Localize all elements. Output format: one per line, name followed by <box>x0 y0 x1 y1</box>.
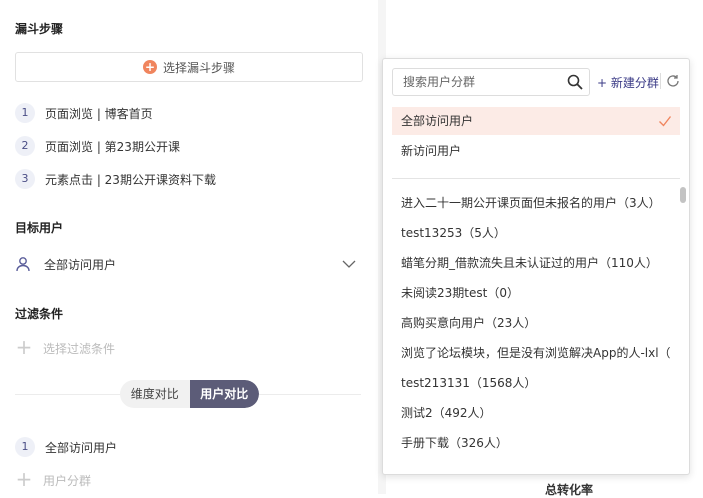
list-item[interactable]: 手册下载（326人） <box>401 434 671 451</box>
funnel-step[interactable]: 3 元素点击 | 23期公开课资料下载 <box>15 169 216 189</box>
list-item[interactable]: 蜡笔分期_借款流失且未认证过的用户（110人） <box>401 254 671 271</box>
option-label: 新访问用户 <box>401 144 462 158</box>
step-label: 页面浏览 | 博客首页 <box>45 106 153 121</box>
divider <box>392 178 680 179</box>
vertical-divider <box>660 73 661 89</box>
left-panel: 漏斗步骤 + 选择漏斗步骤 1 页面浏览 | 博客首页 2 页面浏览 | 第23… <box>0 0 378 494</box>
list-item[interactable]: 进入二十一期公开课页面但未报名的用户（3人） <box>401 194 671 211</box>
step-number: 2 <box>15 136 35 156</box>
add-user-group-button[interactable]: + 用户分群 <box>15 467 92 491</box>
check-icon <box>659 116 672 127</box>
step-label: 页面浏览 | 第23期公开课 <box>45 139 180 154</box>
list-item[interactable]: 测试2（492人） <box>401 404 671 421</box>
scrollbar[interactable] <box>680 187 686 203</box>
funnel-step[interactable]: 2 页面浏览 | 第23期公开课 <box>15 136 180 156</box>
target-user-value: 全部访问用户 <box>44 257 117 272</box>
option-label: 全部访问用户 <box>401 114 474 128</box>
refresh-icon[interactable] <box>666 74 680 88</box>
list-item[interactable]: test13253（5人） <box>401 224 671 241</box>
chevron-down-icon <box>342 260 356 268</box>
plus-icon: + <box>15 467 33 491</box>
compare-user-item[interactable]: 1 全部访问用户 <box>15 437 117 457</box>
select-funnel-step-label: 选择漏斗步骤 <box>162 60 235 75</box>
list-item[interactable]: 高购买意向用户（23人） <box>401 314 671 331</box>
target-users-title: 目标用户 <box>15 221 64 235</box>
funnel-step[interactable]: 1 页面浏览 | 博客首页 <box>15 103 153 123</box>
filter-title: 过滤条件 <box>15 307 64 321</box>
tab-user-compare[interactable]: 用户对比 <box>189 380 259 408</box>
plus-icon: + <box>15 335 33 359</box>
compare-toggle: 维度对比 用户对比 <box>120 380 259 408</box>
option-all-visitors[interactable]: 全部访问用户 <box>392 107 680 135</box>
target-user-select[interactable]: 全部访问用户 <box>15 252 361 276</box>
search-input[interactable] <box>393 69 563 95</box>
step-number: 1 <box>15 103 35 123</box>
funnel-steps-title: 漏斗步骤 <box>15 22 64 36</box>
step-label: 元素点击 | 23期公开课资料下载 <box>45 172 216 187</box>
option-new-visitors[interactable]: 新访问用户 <box>392 137 680 165</box>
compare-user-label: 全部访问用户 <box>45 440 118 455</box>
add-filter-label: 选择过滤条件 <box>43 341 116 356</box>
step-number: 3 <box>15 169 35 189</box>
add-filter-button[interactable]: + 选择过滤条件 <box>15 335 116 359</box>
total-conversion-label: 总转化率 <box>545 483 594 497</box>
tab-dimension-compare[interactable]: 维度对比 <box>120 380 190 408</box>
user-icon <box>16 257 30 272</box>
add-user-group-label: 用户分群 <box>43 473 92 488</box>
new-group-link[interactable]: + 新建分群 <box>597 74 659 91</box>
step-number: 1 <box>15 437 35 457</box>
list-item[interactable]: 未阅读23期test（0） <box>401 284 671 301</box>
list-item[interactable]: test213131（1568人） <box>401 374 671 391</box>
list-item[interactable]: 浏览了论坛模块，但是没有浏览解决App的人-lxl（5 <box>401 344 671 361</box>
plus-icon: + <box>142 60 157 74</box>
search-icon[interactable] <box>567 74 583 90</box>
select-funnel-step-button[interactable]: + 选择漏斗步骤 <box>15 52 363 82</box>
user-group-dropdown: + 新建分群 全部访问用户 新访问用户 进入二十一期公开课页面但未报名的用户（3… <box>382 58 690 475</box>
search-box <box>392 68 590 96</box>
